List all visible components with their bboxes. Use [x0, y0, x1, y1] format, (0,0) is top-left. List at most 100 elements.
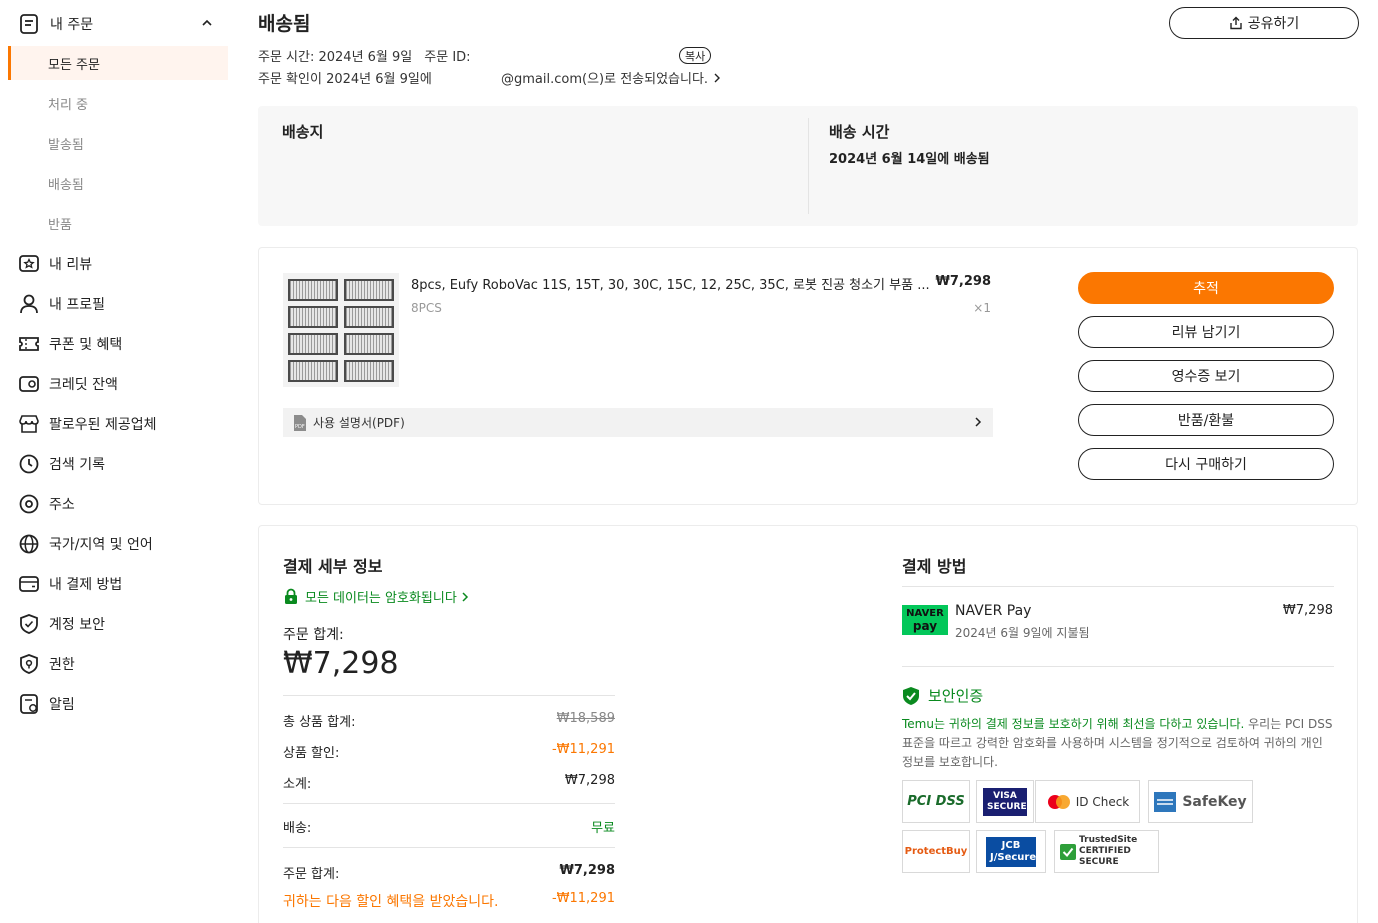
leave-review-button[interactable]: 리뷰 남기기: [1078, 316, 1334, 348]
secure-data-link[interactable]: 모든 데이터는 암호화됩니다: [283, 587, 476, 606]
sidebar-item-processing[interactable]: 처리 중: [8, 86, 228, 120]
coupon-icon: [19, 337, 39, 351]
cert-text-green: Temu는 귀하의 결제 정보를 보호하기 위해 최선을 다하고 있습니다.: [902, 717, 1245, 731]
sidebar-item-search-history[interactable]: 검색 기록: [18, 451, 105, 477]
filter-graphic: [288, 332, 338, 355]
sidebar-item-label: 검색 기록: [49, 457, 105, 473]
product-spec: 8PCS: [411, 301, 442, 315]
sidebar-item-account-security[interactable]: 계정 보안: [18, 611, 105, 637]
clock-icon: [19, 454, 39, 474]
location-icon: [19, 494, 39, 514]
share-label: 공유하기: [1247, 16, 1300, 32]
order-total-label: 주문 합계:: [283, 627, 344, 643]
payment-details-title: 결제 세부 정보: [283, 557, 383, 576]
sidebar-item-label: 계정 보안: [49, 617, 105, 633]
sidebar-item-notifications[interactable]: 알림: [18, 691, 75, 717]
naver-pay-logo: NAVER pay: [902, 605, 948, 635]
my-orders-label: 내 주문: [50, 17, 94, 33]
check-icon: [1060, 843, 1076, 860]
copy-button[interactable]: 복사: [679, 47, 712, 64]
trustedsite-badge: TrustedSite CERTIFIED SECURE: [1054, 830, 1159, 873]
chevron-up-icon[interactable]: [200, 16, 214, 30]
sidebar-item-reviews[interactable]: 내 리뷰: [18, 251, 92, 277]
amex-icon: [1154, 791, 1177, 812]
row-value: 무료: [591, 821, 615, 836]
pdf-icon: PDF: [294, 414, 306, 431]
mastercard-icon: [1047, 794, 1070, 809]
sidebar-item-label: 내 리뷰: [49, 257, 93, 273]
row-label: 배송:: [283, 821, 312, 836]
share-icon: [1230, 16, 1242, 30]
order-meta: 주문 시간: 2024년 6월 9일 주문 ID:: [258, 46, 471, 65]
summary-row-order-total: 주문 합계: ₩7,298: [283, 863, 615, 882]
credit-icon: [19, 376, 39, 392]
sidebar-item-all-orders[interactable]: 모든 주문: [8, 46, 228, 80]
sidebar-item-shipped[interactable]: 발송됨: [8, 126, 228, 160]
shield-check-icon: [903, 686, 919, 705]
chevron-right-icon: [462, 591, 468, 602]
row-value: -₩11,291: [551, 891, 615, 906]
sidebar-item-credit[interactable]: 크레딧 잔액: [18, 371, 118, 397]
sidebar-item-label: 주소: [49, 497, 75, 513]
my-orders-section[interactable]: 내 주문: [18, 11, 228, 37]
share-button[interactable]: 공유하기: [1169, 7, 1359, 39]
view-receipt-button[interactable]: 영수증 보기: [1078, 360, 1334, 392]
row-label: 소계:: [283, 777, 312, 792]
payment-method-title: 결제 방법: [902, 557, 967, 576]
row-label: 귀하는 다음 할인 혜택을 받았습니다.: [283, 894, 499, 910]
row-value: ₩7,298: [559, 863, 615, 878]
confirm-email-link[interactable]: @gmail.com(으)로 전송되었습니다.: [501, 68, 723, 87]
order-item-card: 8pcs, Eufy RoboVac 11S, 15T, 30, 30C, 15…: [258, 247, 1358, 505]
payment-date: 2024년 6월 9일에 지불됨: [955, 626, 1090, 640]
amex-safekey-badge: SafeKey: [1148, 780, 1253, 823]
sidebar-item-label: 권한: [49, 657, 75, 673]
shipping-address-title: 배송지: [282, 123, 324, 141]
sidebar-item-country-language[interactable]: 국가/지역 및 언어: [18, 531, 153, 557]
summary-row-savings: 귀하는 다음 할인 혜택을 받았습니다. -₩11,291: [283, 891, 615, 911]
sidebar-item-label: 크레딧 잔액: [49, 377, 118, 393]
payment-card: 결제 세부 정보 모든 데이터는 암호화됩니다 주문 합계: ₩7,298 총 …: [258, 525, 1358, 923]
sidebar-item-label: 팔로우된 제공업체: [49, 417, 157, 433]
cert-title-text: 보안인증: [928, 687, 984, 705]
payment-amount: ₩7,298: [1282, 603, 1333, 618]
sidebar-item-delivered[interactable]: 배송됨: [8, 166, 228, 200]
secure-text: 모든 데이터는 암호화됩니다: [305, 591, 457, 606]
shipping-info: 배송지 배송 시간 2024년 6월 14일에 배송됨: [258, 106, 1358, 226]
summary-row-discount: 상품 할인: -₩11,291: [283, 742, 615, 761]
sidebar-item-coupons[interactable]: 쿠폰 및 혜택: [18, 331, 122, 357]
sidebar: 내 주문 모든 주문 처리 중 발송됨 배송됨 반품 내 리뷰 내 프로필 쿠폰…: [0, 0, 230, 923]
sidebar-item-permissions[interactable]: 권한: [18, 651, 75, 677]
sidebar-item-profile[interactable]: 내 프로필: [18, 291, 105, 317]
sidebar-item-payment-methods[interactable]: 내 결제 방법: [18, 571, 122, 597]
badge-text: SafeKey: [1182, 793, 1247, 810]
shipping-time-value: 2024년 6월 14일에 배송됨: [829, 152, 990, 167]
badge-text: VISA SECURE: [983, 787, 1027, 816]
product-image[interactable]: [283, 273, 399, 387]
sidebar-item-label: 알림: [49, 697, 75, 713]
summary-row-items-total: 총 상품 합계: ₩18,589: [283, 711, 615, 730]
sidebar-item-label: 국가/지역 및 언어: [49, 537, 153, 553]
row-label: 상품 할인:: [283, 746, 340, 761]
product-name[interactable]: 8pcs, Eufy RoboVac 11S, 15T, 30, 30C, 15…: [411, 274, 941, 293]
profile-icon: [20, 294, 38, 314]
lock-icon: [285, 588, 297, 604]
pci-dss-badge: PCI DSS: [902, 780, 970, 823]
divider: [283, 803, 615, 804]
shipping-time-title: 배송 시간: [829, 123, 890, 141]
chevron-right-icon: [975, 417, 982, 427]
globe-icon: [19, 534, 39, 554]
sidebar-item-followed-stores[interactable]: 팔로우된 제공업체: [18, 411, 157, 437]
sidebar-item-address[interactable]: 주소: [18, 491, 75, 517]
shield-icon: [20, 614, 38, 634]
buy-again-button[interactable]: 다시 구매하기: [1078, 448, 1334, 480]
svg-text:PDF: PDF: [295, 424, 305, 430]
manual-pdf-link[interactable]: PDF 사용 설명서(PDF): [283, 408, 993, 437]
filter-graphic: [344, 332, 394, 355]
track-button[interactable]: 추적: [1078, 272, 1334, 304]
sidebar-item-label: 쿠폰 및 혜택: [49, 337, 123, 353]
sidebar-item-returns[interactable]: 반품: [8, 206, 228, 240]
divider: [283, 695, 615, 696]
manual-label: 사용 설명서(PDF): [313, 416, 405, 430]
return-refund-button[interactable]: 반품/환불: [1078, 404, 1334, 436]
security-description: Temu는 귀하의 결제 정보를 보호하기 위해 최선을 다하고 있습니다. 우…: [902, 715, 1334, 772]
